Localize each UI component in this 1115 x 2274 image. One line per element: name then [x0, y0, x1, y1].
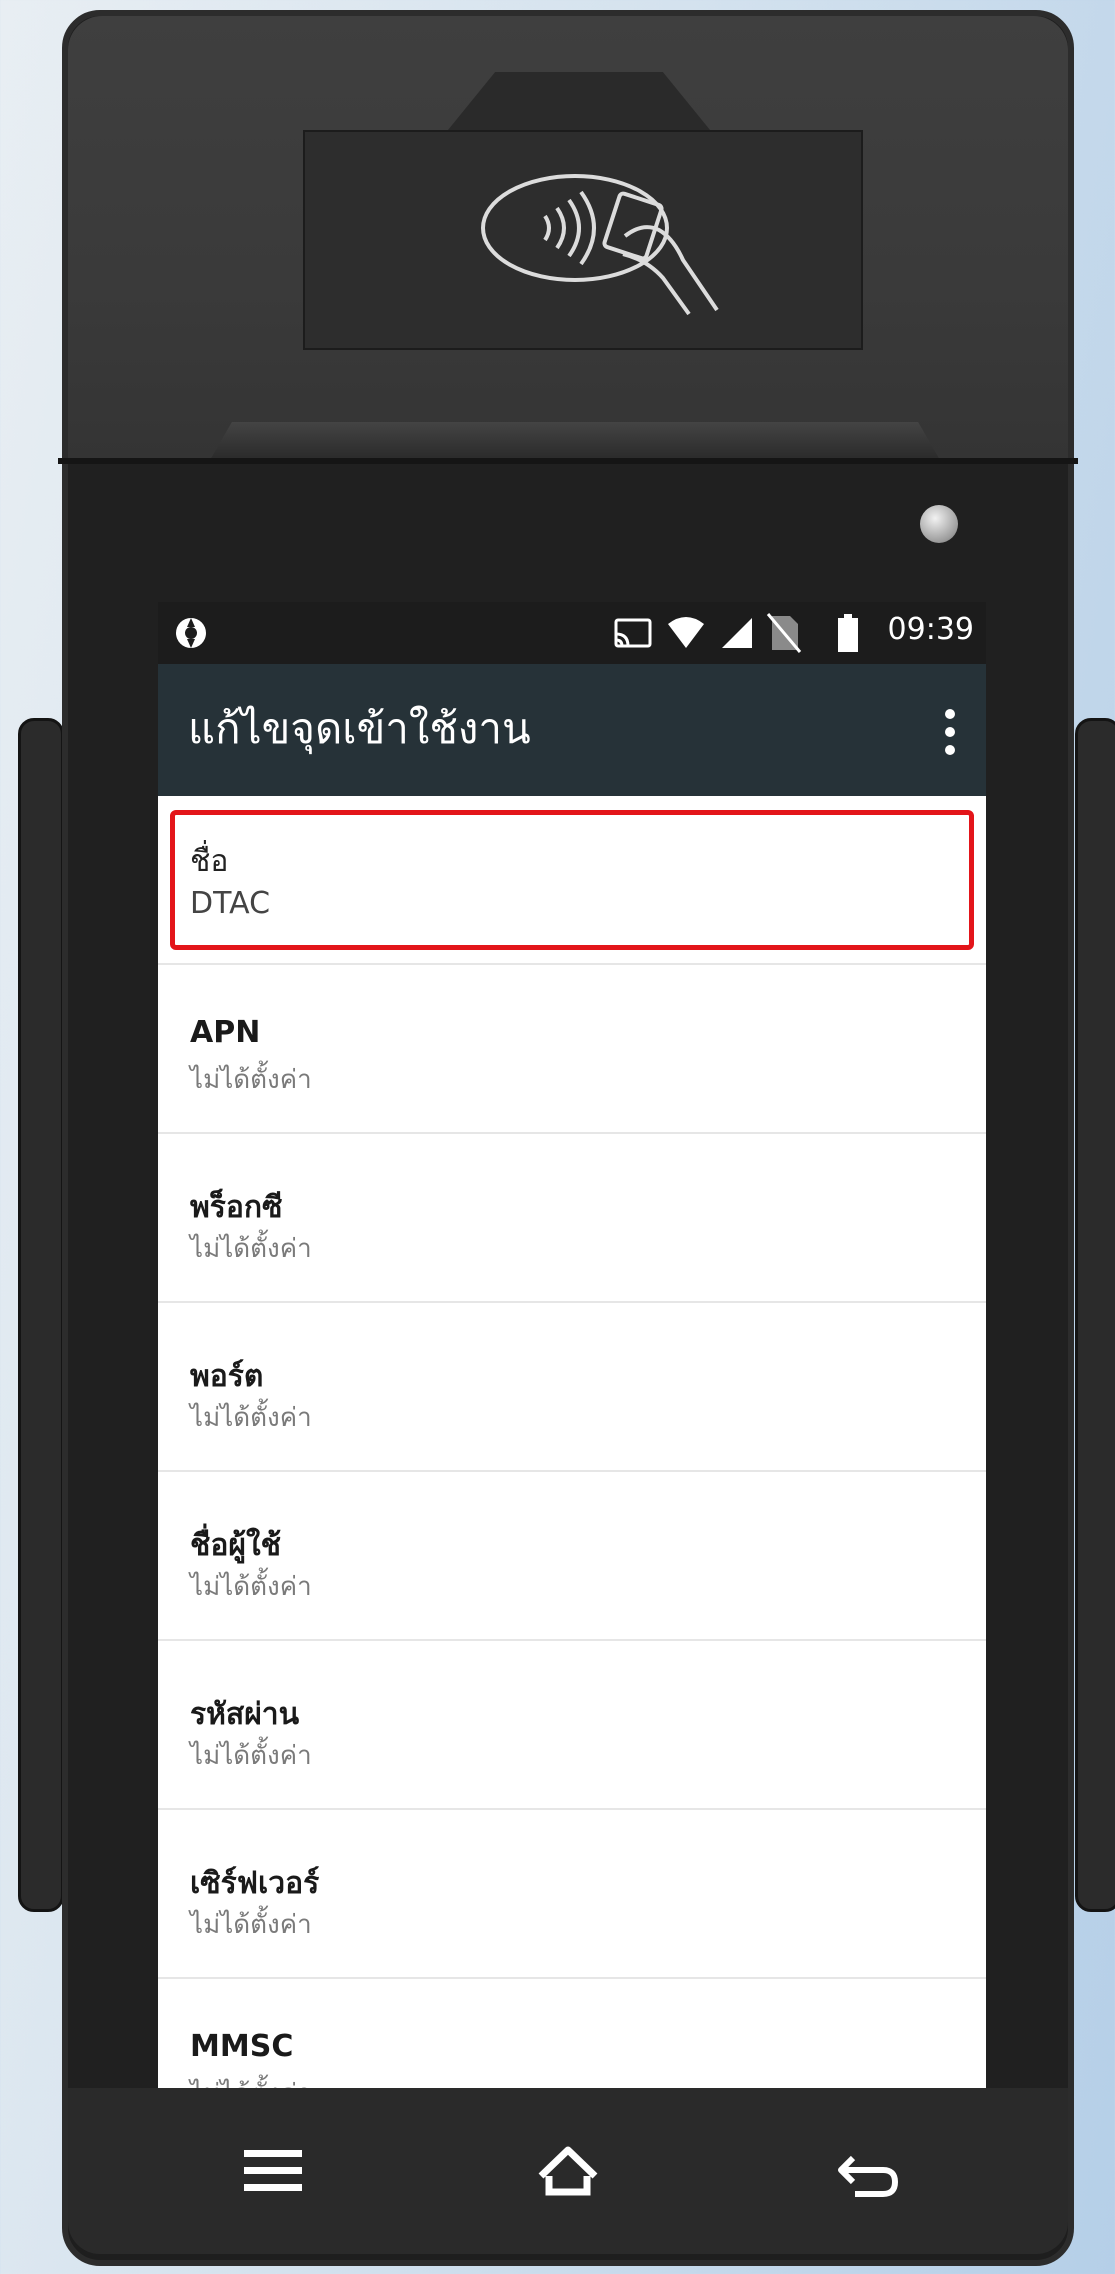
- device-seam: [58, 458, 1078, 464]
- home-icon[interactable]: [533, 2136, 603, 2206]
- no-sim-icon: [766, 613, 802, 653]
- field-label: เซิร์ฟเวอร์: [190, 1866, 320, 1901]
- field-label: พร็อกซี: [190, 1190, 283, 1225]
- field-password[interactable]: รหัสผ่าน ไม่ได้ตั้งค่า: [158, 1641, 986, 1810]
- status-clock: 09:39: [887, 612, 974, 647]
- wifi-icon: [668, 617, 704, 648]
- menu-icon[interactable]: [238, 2136, 308, 2206]
- cast-icon: [614, 618, 652, 648]
- field-label: ชื่อผู้ใช้: [190, 1528, 281, 1563]
- cell-signal-icon: [722, 618, 752, 648]
- device-screen: 09:39 แก้ไขจุดเข้าใช้งาน ชื่อ DTAC APN ไ…: [158, 602, 986, 2088]
- field-value: ไม่ได้ตั้งค่า: [190, 1403, 312, 1433]
- field-value: DTAC: [190, 886, 271, 921]
- field-label: MMSC: [190, 2029, 294, 2064]
- navigation-bar: [68, 2088, 1068, 2254]
- field-value: ไม่ได้ตั้งค่า: [190, 1572, 312, 1602]
- field-value: ไม่ได้ตั้งค่า: [190, 1741, 312, 1771]
- printer-paper-slot: [210, 422, 940, 460]
- field-value: ไม่ได้ตั้งค่า: [190, 2073, 312, 2088]
- more-vert-icon[interactable]: [932, 704, 968, 760]
- field-apn[interactable]: APN ไม่ได้ตั้งค่า: [158, 965, 986, 1134]
- back-icon[interactable]: [833, 2136, 903, 2206]
- field-value: ไม่ได้ตั้งค่า: [190, 1065, 312, 1095]
- device-side-grip-left: [18, 718, 64, 1912]
- battery-icon: [838, 614, 858, 652]
- device-side-grip-right: [1075, 718, 1115, 1912]
- field-label: พอร์ต: [190, 1359, 264, 1394]
- contactless-payment-icon: [481, 174, 719, 316]
- field-mmsc[interactable]: MMSC ไม่ได้ตั้งค่า: [158, 1979, 986, 2088]
- app-bar: แก้ไขจุดเข้าใช้งาน: [158, 664, 986, 796]
- sync-icon: [176, 618, 206, 648]
- field-username[interactable]: ชื่อผู้ใช้ ไม่ได้ตั้งค่า: [158, 1472, 986, 1641]
- field-label: รหัสผ่าน: [190, 1697, 300, 1732]
- field-value: ไม่ได้ตั้งค่า: [190, 1910, 312, 1940]
- field-value: ไม่ได้ตั้งค่า: [190, 1234, 312, 1264]
- field-server[interactable]: เซิร์ฟเวอร์ ไม่ได้ตั้งค่า: [158, 1810, 986, 1979]
- status-bar: 09:39: [158, 602, 986, 664]
- front-camera: [920, 505, 958, 543]
- highlight-box: [170, 810, 974, 950]
- field-label: ชื่อ: [190, 844, 229, 879]
- field-proxy[interactable]: พร็อกซี ไม่ได้ตั้งค่า: [158, 1134, 986, 1303]
- page-title: แก้ไขจุดเข้าใช้งาน: [188, 704, 531, 753]
- field-port[interactable]: พอร์ต ไม่ได้ตั้งค่า: [158, 1303, 986, 1472]
- field-name[interactable]: ชื่อ DTAC: [158, 796, 986, 965]
- field-label: APN: [190, 1015, 261, 1050]
